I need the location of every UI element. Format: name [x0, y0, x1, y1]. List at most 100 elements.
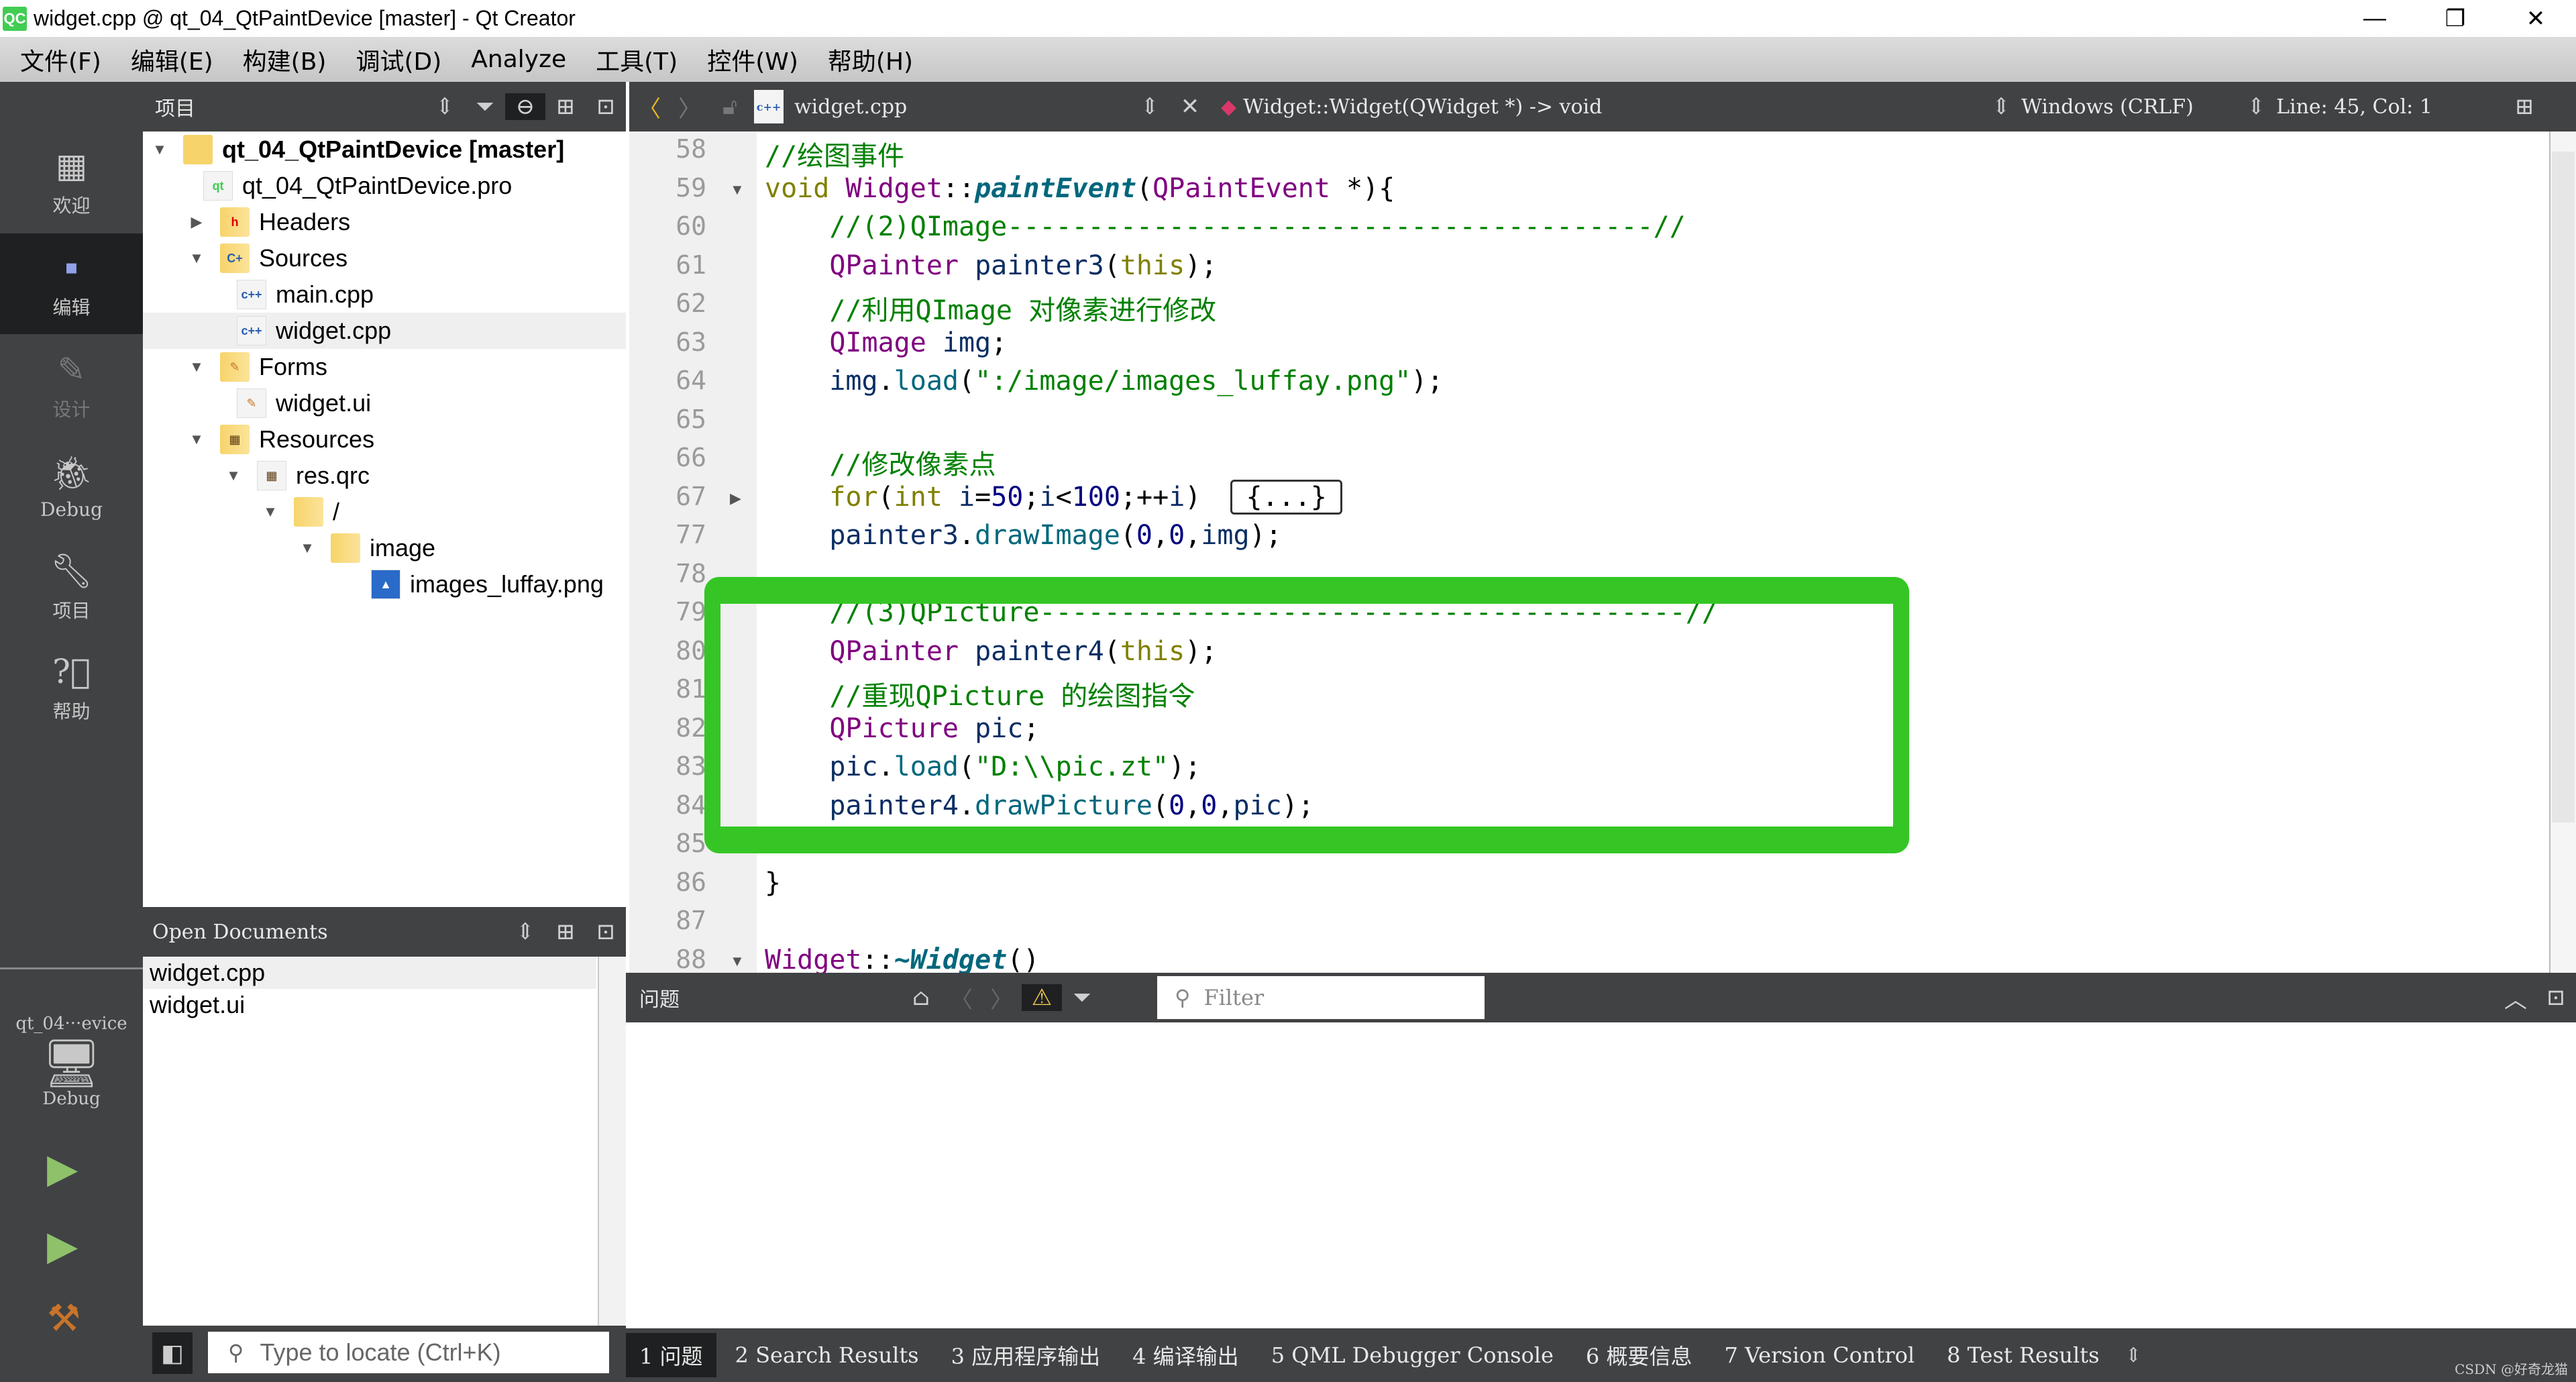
- expand-arrow-icon[interactable]: ▼: [297, 539, 317, 557]
- close-pane-icon[interactable]: ⊡: [586, 918, 626, 945]
- tree-node-project[interactable]: ▼ qt_04_QtPaintDevice [master]: [150, 131, 564, 168]
- maximize-pane-icon[interactable]: ︿: [2496, 981, 2536, 1014]
- tree-node-res-qrc[interactable]: ▼ ▦ res.qrc: [223, 458, 370, 494]
- updown-arrows-icon[interactable]: ⇕: [1130, 93, 1170, 120]
- menu-edit[interactable]: 编辑(E): [131, 42, 213, 77]
- tree-node-headers[interactable]: ▶ h Headers: [186, 204, 350, 240]
- output-tab-8[interactable]: 8 Test Results: [1933, 1333, 2112, 1377]
- split-icon[interactable]: ⊞: [545, 918, 586, 945]
- restore-button[interactable]: ❐: [2415, 0, 2496, 37]
- output-tab-7[interactable]: 7 Version Control: [1711, 1333, 1928, 1377]
- next-item-icon[interactable]: 〉: [981, 981, 1022, 1014]
- kit-selector[interactable]: qt_04···evice 🖥︎ Debug: [0, 981, 143, 1142]
- menu-help[interactable]: 帮助(H): [828, 42, 913, 77]
- toggle-sidebar-button[interactable]: ◧: [152, 1332, 193, 1374]
- output-tab-3[interactable]: 3 应用程序输出: [938, 1333, 1114, 1377]
- menu-file[interactable]: 文件(F): [20, 42, 101, 77]
- tree-node-widget-cpp[interactable]: c++ widget.cpp: [143, 313, 626, 349]
- open-documents-title[interactable]: Open Documents: [152, 920, 328, 944]
- editor-scrollbar[interactable]: [2549, 131, 2576, 973]
- cursor-position[interactable]: Line: 45, Col: 1: [2276, 95, 2504, 119]
- filter-input[interactable]: ⚲ Filter: [1157, 976, 1485, 1019]
- output-tab-5[interactable]: 5 QML Debugger Console: [1258, 1333, 1567, 1377]
- menu-analyze[interactable]: Analyze: [471, 46, 566, 73]
- filter-icon[interactable]: ⏷: [465, 93, 505, 120]
- minimize-button[interactable]: —: [2334, 0, 2415, 37]
- mode-design[interactable]: ✎ 设计: [0, 335, 143, 436]
- mode-projects[interactable]: 🔧︎ 项目: [0, 537, 143, 637]
- filter-icon[interactable]: ⏷: [1062, 984, 1102, 1011]
- close-pane-icon[interactable]: ⊡: [2536, 984, 2576, 1011]
- menu-build[interactable]: 构建(B): [243, 42, 327, 77]
- collapsed-arrow-icon[interactable]: ▶: [186, 213, 207, 231]
- updown-arrows-icon[interactable]: ⇕: [505, 918, 545, 945]
- more-tabs-arrows-icon[interactable]: ⇕: [2125, 1344, 2141, 1367]
- pencil-icon: ✎: [57, 350, 86, 389]
- debug-run-button[interactable]: ▶: [47, 1222, 78, 1269]
- symbol-combo[interactable]: Widget::Widget(QWidget *) -> void: [1243, 95, 1981, 119]
- expand-arrow-icon[interactable]: ▼: [150, 141, 170, 158]
- menu-debug[interactable]: 调试(D): [356, 42, 441, 77]
- sources-folder-icon: C+: [220, 244, 250, 273]
- close-window-button[interactable]: ✕: [2496, 0, 2576, 37]
- updown-arrows-icon[interactable]: ⇕: [425, 93, 465, 120]
- headers-folder-icon: h: [220, 207, 250, 237]
- close-document-icon[interactable]: ✕: [1170, 93, 1210, 120]
- fold-closed-icon[interactable]: ▶: [730, 490, 741, 507]
- output-tab-4[interactable]: 4 编译输出: [1119, 1333, 1252, 1377]
- scroll-thumb[interactable]: [2552, 152, 2575, 822]
- output-tab-6[interactable]: 6 概要信息: [1572, 1333, 1706, 1377]
- tree-label: qt_04_QtPaintDevice.pro: [242, 172, 513, 199]
- split-icon[interactable]: ⊞: [2504, 93, 2544, 120]
- tree-node-image-file[interactable]: ▲ images_luffay.png: [358, 566, 604, 602]
- locator-input[interactable]: ⚲ Type to locate (Ctrl+K): [208, 1332, 609, 1373]
- open-documents-scrollbar[interactable]: [598, 957, 626, 1326]
- close-pane-icon[interactable]: ⊡: [586, 93, 626, 120]
- updown-arrows-icon[interactable]: ⇕: [2236, 93, 2276, 120]
- mode-debug[interactable]: 🐞︎ Debug: [0, 436, 143, 537]
- code-editor[interactable]: //绘图事件 void Widget::paintEvent(QPaintEven…: [757, 131, 2549, 973]
- unlock-icon[interactable]: 🔓︎: [710, 93, 750, 120]
- warning-icon[interactable]: ⚠: [1022, 984, 1062, 1011]
- expand-arrow-icon[interactable]: ▼: [186, 250, 207, 267]
- open-document-item[interactable]: widget.ui: [143, 989, 626, 1021]
- back-arrow-icon[interactable]: 〈: [629, 91, 669, 123]
- expand-arrow-icon[interactable]: ▼: [186, 358, 207, 376]
- link-icon[interactable]: ⊖: [505, 93, 545, 120]
- tree-node-pro-file[interactable]: qt qt_04_QtPaintDevice.pro: [190, 168, 512, 204]
- updown-arrows-icon[interactable]: ⇕: [1981, 93, 2021, 120]
- tree-node-resources[interactable]: ▼ ▦ Resources: [186, 421, 374, 458]
- fold-open-icon[interactable]: ▼: [730, 181, 745, 199]
- tree-node-root-prefix[interactable]: ▼ /: [260, 494, 339, 530]
- open-document-item[interactable]: widget.cpp: [143, 957, 596, 989]
- code-line: //利用QImage 对像素进行修改: [829, 295, 1217, 326]
- output-tab-1[interactable]: 1 问题: [626, 1333, 716, 1377]
- build-hammer-button[interactable]: ⚒: [47, 1296, 80, 1340]
- expand-arrow-icon[interactable]: ▼: [223, 467, 244, 484]
- current-file-combo[interactable]: widget.cpp: [794, 95, 1130, 119]
- qrc-file-icon: ▦: [257, 461, 286, 490]
- expand-arrow-icon[interactable]: ▼: [260, 503, 280, 521]
- mode-welcome[interactable]: ▦ 欢迎: [0, 131, 143, 232]
- tree-node-main-cpp[interactable]: c++ main.cpp: [223, 276, 374, 313]
- output-tab-2[interactable]: 2 Search Results: [722, 1333, 932, 1377]
- run-button[interactable]: ▶: [47, 1145, 78, 1192]
- menu-tools[interactable]: 工具(T): [596, 42, 678, 77]
- split-icon[interactable]: ⊞: [545, 93, 586, 120]
- mode-help[interactable]: ?⃝ 帮助: [0, 637, 143, 738]
- forward-arrow-icon[interactable]: 〉: [669, 91, 710, 123]
- output-pane-header: 问题 ⌂ 〈 〉 ⚠ ⏷ ︿ ⊡: [626, 973, 2576, 1022]
- clean-icon[interactable]: ⌂: [901, 984, 941, 1011]
- prev-item-icon[interactable]: 〈: [941, 981, 981, 1014]
- tree-node-widget-ui[interactable]: ✎ widget.ui: [223, 385, 371, 421]
- line-endings-combo[interactable]: Windows (CRLF): [2021, 95, 2236, 119]
- expand-arrow-icon[interactable]: ▼: [186, 431, 207, 448]
- tree-label: widget.ui: [276, 389, 372, 417]
- mode-edit[interactable]: ▪ 编辑: [0, 233, 143, 334]
- tree-node-forms[interactable]: ▼ ✎ Forms: [186, 349, 327, 385]
- menu-window[interactable]: 控件(W): [707, 42, 798, 77]
- project-panel-title[interactable]: 项目: [155, 92, 195, 121]
- tree-node-image-folder[interactable]: ▼ image: [297, 530, 435, 566]
- tree-node-sources[interactable]: ▼ C+ Sources: [186, 240, 347, 276]
- fold-open-icon[interactable]: ▼: [730, 953, 745, 970]
